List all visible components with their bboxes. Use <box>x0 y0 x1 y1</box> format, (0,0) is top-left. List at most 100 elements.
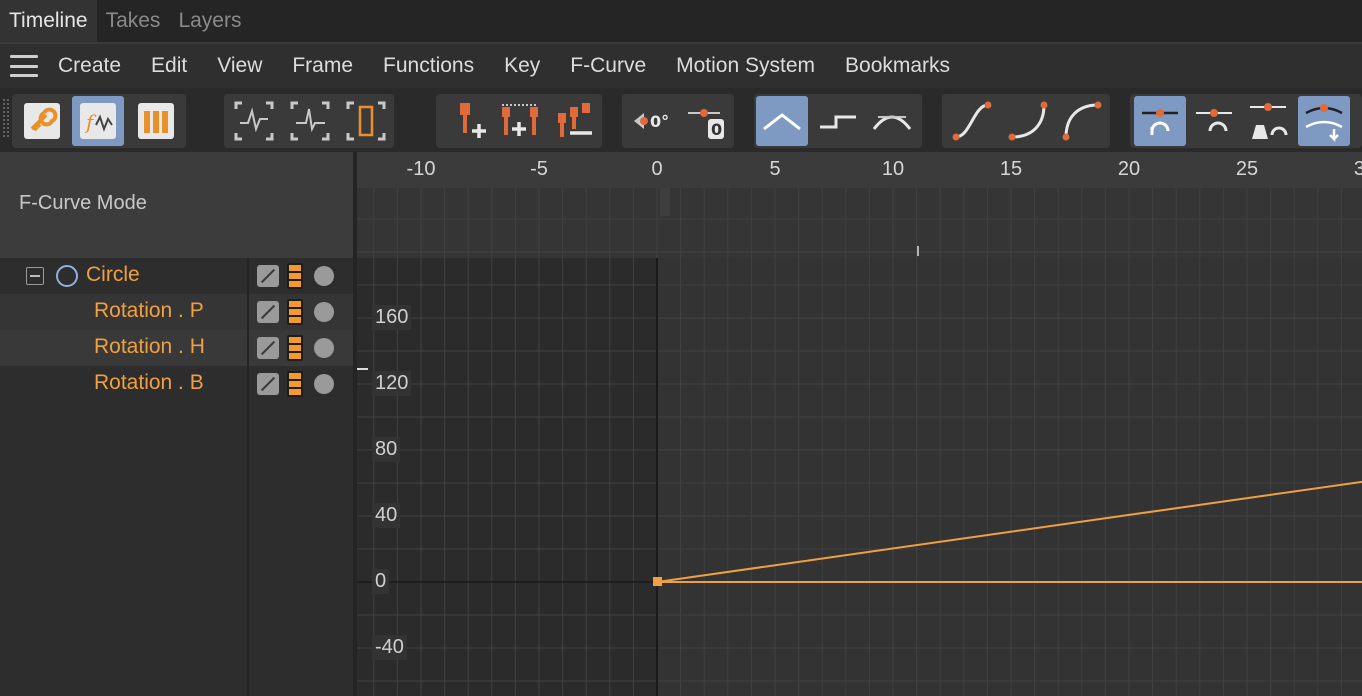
spline-interpolation-button[interactable] <box>866 96 918 146</box>
ruler-label: 20 <box>1117 158 1141 180</box>
track-bars-icon[interactable] <box>287 371 303 397</box>
menu-frame[interactable]: Frame <box>292 54 353 78</box>
menu-fcurve[interactable]: F-Curve <box>570 54 646 78</box>
linear-interpolation-icon <box>763 113 801 131</box>
break-tangent-button[interactable] <box>1298 96 1350 146</box>
playhead-marker[interactable] <box>660 188 670 216</box>
spline-interpolation-icon <box>872 115 912 130</box>
ruler-label: 15 <box>999 158 1023 180</box>
ruler-label: 5 <box>769 158 781 180</box>
key-mode-icon <box>24 103 60 139</box>
weighted-tangent-icon <box>1250 103 1288 139</box>
fcurve-mode-icon: f <box>80 103 116 139</box>
dopesheet-mode-button[interactable] <box>130 96 182 146</box>
key-mode-button[interactable] <box>16 96 68 146</box>
linear-interpolation-button[interactable] <box>756 96 808 146</box>
break-tangent-icon <box>1305 104 1343 143</box>
ease-out-icon <box>1062 101 1102 141</box>
zero-length-button[interactable]: 0 <box>680 96 732 146</box>
tab-bar: Timeline Takes Layers <box>0 0 1362 42</box>
time-ruler-labels-strip[interactable] <box>357 152 1362 188</box>
curve-edit-icon[interactable] <box>257 337 279 359</box>
delete-keys-button[interactable] <box>548 96 600 146</box>
weighted-tangent-button[interactable] <box>1242 96 1294 146</box>
frame-preview-range-icon <box>346 101 386 141</box>
value-marker <box>357 368 368 370</box>
frame-all-button[interactable] <box>228 96 280 146</box>
dopesheet-mode-icon <box>138 103 174 139</box>
graph-grid <box>357 188 1362 696</box>
tab-takes[interactable]: Takes <box>97 0 170 42</box>
toolbar-grip[interactable] <box>2 98 10 138</box>
track-state-dot-icon[interactable] <box>314 266 334 286</box>
value-label: -40 <box>372 635 407 660</box>
track-bars-icon[interactable] <box>287 263 303 289</box>
fcurve-rotation-p[interactable] <box>656 480 1362 583</box>
tree-row-rotation-h[interactable]: Rotation . H <box>0 330 355 366</box>
tree-label-rotation-h: Rotation . H <box>94 335 205 358</box>
ruler-label: -5 <box>530 158 548 180</box>
frame-preview-range-button[interactable] <box>340 96 392 146</box>
track-bars-icon[interactable] <box>287 299 303 325</box>
curve-edit-icon[interactable] <box>257 301 279 323</box>
track-bars-icon[interactable] <box>287 335 303 361</box>
zero-angle-icon: 0° <box>634 112 669 131</box>
add-keys-button[interactable] <box>494 96 546 146</box>
tree-row-rotation-p[interactable]: Rotation . P <box>0 294 355 330</box>
frame-selected-button[interactable] <box>284 96 336 146</box>
zero-length-icon: 0 <box>688 109 724 139</box>
frame-all-icon <box>234 101 274 141</box>
ruler-label: -10 <box>406 158 436 180</box>
step-interpolation-icon <box>820 115 856 129</box>
tree-label-rotation-p: Rotation . P <box>94 299 204 322</box>
svg-text:0: 0 <box>711 120 722 139</box>
delete-keys-icon <box>558 103 592 137</box>
curve-edit-icon[interactable] <box>257 265 279 287</box>
clamp-tangent-button[interactable] <box>1188 96 1240 146</box>
zero-angle-button[interactable]: 0° <box>624 96 676 146</box>
value-label: 80 <box>372 437 401 462</box>
menu-edit[interactable]: Edit <box>151 54 187 78</box>
add-key-icon <box>460 103 486 138</box>
menu-motion-system[interactable]: Motion System <box>676 54 815 78</box>
tab-timeline[interactable]: Timeline <box>0 0 97 42</box>
clamp-tangent-icon <box>1196 109 1232 132</box>
tree-row-circle[interactable]: Circle <box>0 258 355 294</box>
menu-key[interactable]: Key <box>504 54 540 78</box>
object-tree: Circle Rotation . P Rotation . H Rotatio… <box>0 258 355 696</box>
step-interpolation-button[interactable] <box>812 96 864 146</box>
add-key-button[interactable] <box>442 96 494 146</box>
value-label: 120 <box>372 371 412 396</box>
fcurve-mode-button[interactable]: f <box>72 96 124 146</box>
hamburger-menu-icon[interactable] <box>10 55 38 77</box>
track-state-dot-icon[interactable] <box>314 302 334 322</box>
ease-in-button[interactable] <box>1002 96 1054 146</box>
auto-tangent-icon <box>1142 109 1178 135</box>
auto-tangent-button[interactable] <box>1134 96 1186 146</box>
menu-view[interactable]: View <box>217 54 262 78</box>
add-keys-icon <box>502 104 538 136</box>
track-state-dot-icon[interactable] <box>314 338 334 358</box>
tree-row-rotation-b[interactable]: Rotation . B <box>0 366 355 402</box>
keyframe[interactable] <box>653 577 662 586</box>
menu-bookmarks[interactable]: Bookmarks <box>845 54 950 78</box>
svg-text:0°: 0° <box>650 112 669 131</box>
collapse-icon[interactable] <box>26 267 44 285</box>
menu-bar: Create Edit View Frame Functions Key F-C… <box>0 44 1362 88</box>
value-label: 160 <box>372 305 412 330</box>
tab-layers[interactable]: Layers <box>169 0 250 42</box>
ruler-label: 10 <box>881 158 905 180</box>
ease-out-button[interactable] <box>1056 96 1108 146</box>
mode-label: F-Curve Mode <box>19 192 147 214</box>
ruler-label: 30 <box>1353 158 1362 180</box>
ruler-label: 0 <box>651 158 663 180</box>
ease-ease-button[interactable] <box>946 96 998 146</box>
frame-selected-icon <box>290 101 330 141</box>
menu-create[interactable]: Create <box>58 54 121 78</box>
ease-in-icon <box>1008 101 1048 141</box>
value-label: 0 <box>372 569 390 594</box>
menu-functions[interactable]: Functions <box>383 54 474 78</box>
ruler-label: 25 <box>1235 158 1259 180</box>
track-state-dot-icon[interactable] <box>314 374 334 394</box>
curve-edit-icon[interactable] <box>257 373 279 395</box>
